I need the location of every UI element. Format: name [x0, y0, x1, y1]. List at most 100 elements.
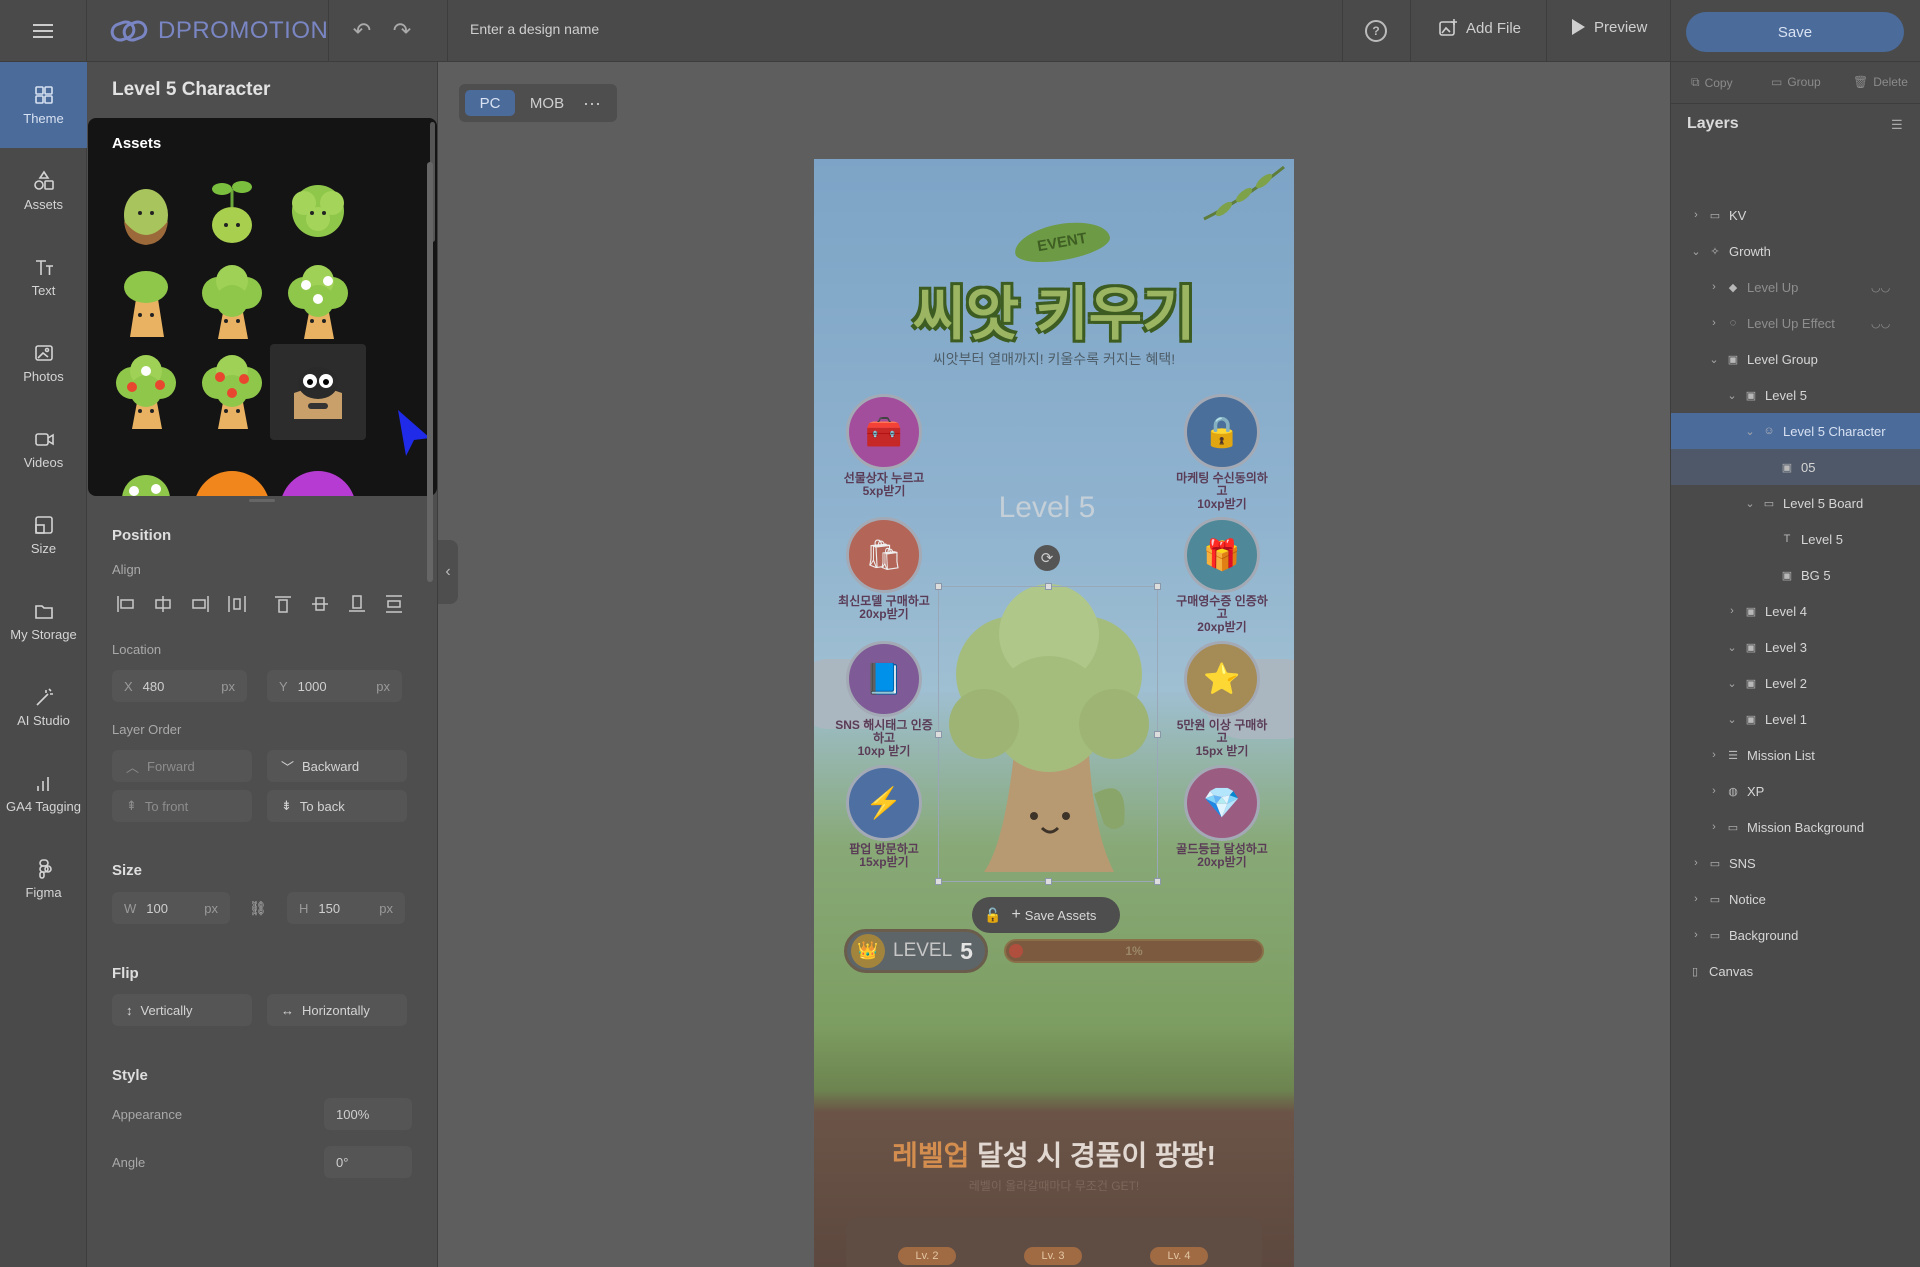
tree-asset[interactable] — [184, 254, 280, 350]
chevron-down-icon[interactable]: ⌄ — [1743, 425, 1757, 438]
appearance-field[interactable]: 100% — [324, 1098, 412, 1130]
chevron-right-icon[interactable]: › — [1707, 821, 1721, 833]
mission-item[interactable]: ⭐ 5만원 이상 구매하고 15px 받기 — [1172, 641, 1272, 758]
resize-handle[interactable] — [935, 878, 942, 885]
layer-row[interactable]: ▣ 05 — [1671, 449, 1920, 485]
align-top-icon[interactable] — [272, 594, 294, 614]
tab-mob[interactable]: MOB — [523, 90, 571, 116]
layer-row[interactable]: › ▭ Notice — [1671, 881, 1920, 917]
layer-row[interactable]: ⌄ ▣ Level 1 — [1671, 701, 1920, 737]
menu-button[interactable] — [0, 0, 87, 62]
align-right-icon[interactable] — [189, 594, 211, 614]
rail-item-my-storage[interactable]: My Storage — [0, 578, 87, 664]
box-cat-asset[interactable] — [270, 344, 366, 440]
resize-handle[interactable] — [1154, 583, 1161, 590]
distribute-h-icon[interactable] — [226, 594, 248, 614]
layer-row[interactable]: › ▣ Level 4 — [1671, 593, 1920, 629]
unlink-ratio-icon[interactable]: ⛓ — [249, 900, 271, 918]
popover-resize-handle[interactable] — [249, 499, 275, 502]
layer-row[interactable]: ⌄ ▭ Level 5 Board — [1671, 485, 1920, 521]
layer-row[interactable]: › ◆ Level Up ◡◡ — [1671, 269, 1920, 305]
selection-box[interactable] — [935, 583, 1161, 885]
fruit-flower-tree-asset[interactable] — [98, 344, 194, 440]
y-field[interactable]: Y 1000 px — [267, 670, 402, 702]
chevron-right-icon[interactable]: › — [1707, 785, 1721, 797]
resize-handle[interactable] — [1045, 878, 1052, 885]
layer-row[interactable]: ▣ BG 5 — [1671, 557, 1920, 593]
rail-item-ga4-tagging[interactable]: GA4 Tagging — [0, 750, 87, 836]
purple-ball-asset[interactable] — [270, 434, 366, 496]
chevron-down-icon[interactable]: ⌄ — [1707, 353, 1721, 366]
hidden-eye-icon[interactable]: ◡◡ — [1871, 317, 1890, 330]
layer-row[interactable]: › ☰ Mission List — [1671, 737, 1920, 773]
resize-handle[interactable] — [935, 583, 942, 590]
chevron-down-icon[interactable]: ⌄ — [1689, 245, 1703, 258]
chevron-right-icon[interactable]: › — [1707, 281, 1721, 293]
bush-asset[interactable] — [270, 164, 366, 260]
rail-item-ai-studio[interactable]: AI Studio — [0, 664, 87, 750]
sprout-seed-asset[interactable] — [98, 164, 194, 260]
resize-handle[interactable] — [1154, 731, 1161, 738]
design-name-input[interactable]: Enter a design name — [470, 21, 599, 37]
layers-menu-icon[interactable]: ☰ — [1891, 117, 1903, 133]
align-bottom-icon[interactable] — [346, 594, 368, 614]
rail-item-size[interactable]: Size — [0, 492, 87, 578]
chevron-right-icon[interactable]: › — [1707, 317, 1721, 329]
chevron-right-icon[interactable]: › — [1689, 857, 1703, 869]
align-left-icon[interactable] — [115, 594, 137, 614]
mission-item[interactable]: 📘 SNS 해시태그 인증하고 10xp 받기 — [834, 641, 934, 758]
resize-handle[interactable] — [1045, 583, 1052, 590]
tab-pc[interactable]: PC — [465, 90, 515, 116]
rail-item-assets[interactable]: Assets — [0, 148, 87, 234]
distribute-v-icon[interactable] — [383, 594, 405, 614]
chevron-down-icon[interactable]: ⌄ — [1725, 677, 1739, 690]
layer-row[interactable]: ⌄ ▣ Level 3 — [1671, 629, 1920, 665]
preview-button[interactable]: Preview — [1570, 18, 1647, 36]
layer-row[interactable]: ⌄ ✧ Growth — [1671, 233, 1920, 269]
chevron-right-icon[interactable]: › — [1689, 929, 1703, 941]
rotate-icon[interactable]: ⟳ — [1034, 545, 1060, 571]
chevron-right-icon[interactable]: › — [1689, 209, 1703, 221]
help-icon[interactable]: ? — [1365, 20, 1387, 42]
layer-row[interactable]: › ▭ Background — [1671, 917, 1920, 953]
mission-item[interactable]: 🛍 최신모델 구매하고 20xp받기 — [834, 517, 934, 621]
layer-row[interactable]: T Level 5 — [1671, 521, 1920, 557]
design-page[interactable]: EVENT 씨앗 키우기 씨앗부터 열매까지! 키울수록 커지는 혜택! 🧰 선물… — [814, 159, 1294, 1267]
delete-button[interactable]: 🗑 Delete — [1853, 75, 1908, 89]
orange-ball-asset[interactable] — [184, 434, 280, 496]
resize-handle[interactable] — [935, 731, 942, 738]
layer-row[interactable]: ⌄ ▣ Level Group — [1671, 341, 1920, 377]
small-tree-asset[interactable] — [98, 254, 194, 350]
layer-row[interactable]: › ▭ KV — [1671, 197, 1920, 233]
logo[interactable]: DPROMOTION — [110, 14, 328, 48]
layer-row[interactable]: ▯ Canvas — [1671, 953, 1920, 989]
layer-row[interactable]: › ◌ Level Up Effect ◡◡ — [1671, 305, 1920, 341]
to-back-button[interactable]: ⇟ To back — [267, 790, 407, 822]
save-button[interactable]: Save — [1686, 12, 1904, 52]
chevron-down-icon[interactable]: ⌄ — [1725, 713, 1739, 726]
fruit-tree-asset[interactable] — [184, 344, 280, 440]
height-field[interactable]: H 150 px — [287, 892, 405, 924]
rail-item-text[interactable]: Text — [0, 234, 87, 320]
chevron-right-icon[interactable]: › — [1689, 893, 1703, 905]
resize-handle[interactable] — [1154, 878, 1161, 885]
hidden-eye-icon[interactable]: ◡◡ — [1871, 281, 1890, 294]
mission-item[interactable]: 💎 골드등급 달성하고 20xp받기 — [1172, 765, 1272, 869]
to-front-button[interactable]: ⇞ To front — [112, 790, 252, 822]
redo-icon[interactable]: ↷ — [388, 18, 416, 44]
x-field[interactable]: X 480 px — [112, 670, 247, 702]
layer-row[interactable]: › ▭ SNS — [1671, 845, 1920, 881]
mission-item[interactable]: ⚡ 팝업 방문하고 15xp받기 — [834, 765, 934, 869]
layer-row[interactable]: › ▭ Mission Background — [1671, 809, 1920, 845]
flower-bush-asset[interactable] — [98, 434, 194, 496]
chevron-right-icon[interactable]: › — [1707, 749, 1721, 761]
layer-row[interactable]: ⌄ ☺ Level 5 Character — [1671, 413, 1920, 449]
panel-scrollbar[interactable] — [427, 162, 433, 582]
rail-item-theme[interactable]: Theme — [0, 62, 87, 148]
mission-item[interactable]: 🎁 구매영수증 인증하고 20xp받기 — [1172, 517, 1272, 634]
flower-tree-asset[interactable] — [270, 254, 366, 350]
collapse-panel-button[interactable]: ‹ — [438, 540, 458, 604]
rail-item-photos[interactable]: Photos — [0, 320, 87, 406]
save-assets-button[interactable]: 🔓 + Save Assets — [972, 897, 1120, 933]
chevron-right-icon[interactable]: › — [1725, 605, 1739, 617]
